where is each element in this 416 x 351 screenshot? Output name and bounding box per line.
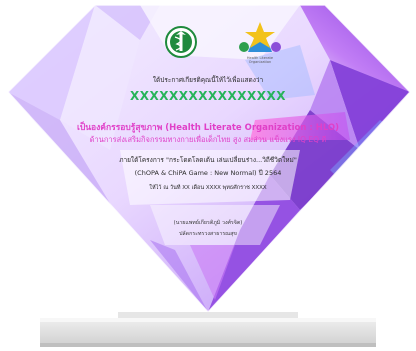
award-subtitle: ด้านการส่งเสริมกิจกรรมทางกายเพื่อเด็กไทย… <box>89 135 327 144</box>
ministry-of-public-health-emblem-icon <box>165 26 197 58</box>
hlo-logo-caption: Health Literate Organization <box>246 56 274 64</box>
award-title: เป็นองค์กรรอบรู้สุขภาพ (Health Literate … <box>76 123 340 133</box>
signer-title: ปลัดกระทรวงสาธารณสุข <box>179 231 237 237</box>
recipient-name: XXXXXXXXXXXXXXXX <box>129 89 287 103</box>
project-name: ภายใต้โครงการ "กระโดดโลดเต้น เล่นเปลี่ยน… <box>119 156 297 164</box>
certificate-heading: ใต้ประกาศเกียรติคุณนี้ให้ไว้เพื่อแสดงว่า <box>152 76 264 84</box>
crystal-award-scene: Health Literate Organization ใต้ประกาศเก… <box>0 0 416 347</box>
signer-name: (นายแพทย์เกียรติภูมิ วงศ์รจิต) <box>173 220 243 226</box>
project-subname: (ChOPA & ChiPA Game : New Normal) ปี 256… <box>134 169 282 177</box>
award-date: ให้ไว้ ณ วันที่ XX เดือน XXXX พุทธศักราช… <box>149 185 267 191</box>
award-base <box>40 312 376 347</box>
